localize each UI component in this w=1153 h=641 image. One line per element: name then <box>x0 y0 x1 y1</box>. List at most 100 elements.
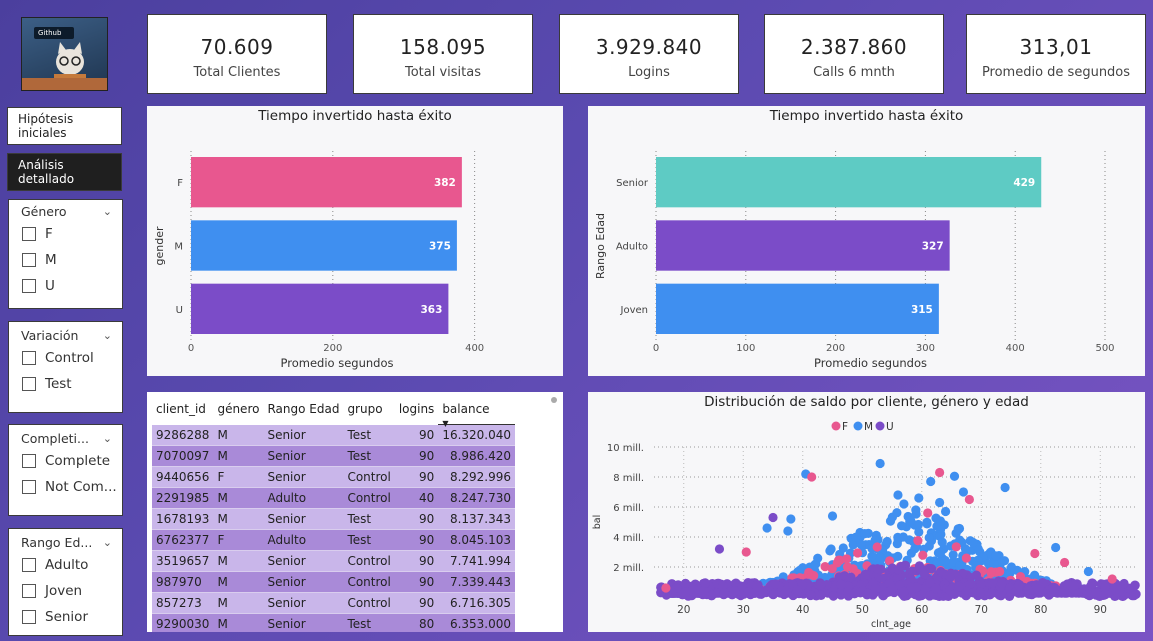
chevron-down-icon[interactable]: ⌄ <box>103 205 112 218</box>
checkbox[interactable] <box>22 558 36 572</box>
checkbox[interactable] <box>22 480 36 494</box>
scatter-point-u <box>805 590 816 601</box>
checkbox[interactable] <box>22 253 36 267</box>
slicer-option-adulto[interactable]: Adulto <box>9 552 122 578</box>
scatter-point-f <box>809 571 819 581</box>
scatter-point-u <box>714 544 725 554</box>
slicer-header[interactable]: Completi... ⌄ <box>9 425 122 448</box>
checkbox[interactable] <box>22 610 36 624</box>
column-header-client-id[interactable]: client_id <box>152 396 213 425</box>
slicer-completion: Completi... ⌄ Complete Not Com... <box>8 424 123 516</box>
scatter-point-m <box>1000 482 1010 493</box>
table-cell-balance: 8.247.730 <box>438 487 516 509</box>
table-cell-grupo: Control <box>343 592 395 614</box>
chevron-down-icon[interactable]: ⌄ <box>103 329 112 342</box>
scatter-point-m <box>935 516 946 526</box>
scatter-point-m <box>838 543 848 553</box>
bar-joven <box>656 283 939 334</box>
slicer-option-m[interactable]: M <box>9 247 122 273</box>
checkbox[interactable] <box>22 351 36 365</box>
scatter-point-u <box>816 579 826 590</box>
x-tick-label: 0 <box>188 343 194 354</box>
slicer-option-complete[interactable]: Complete <box>9 448 122 474</box>
scatter-point-m <box>935 531 945 541</box>
column-header-genero[interactable]: género <box>213 396 263 425</box>
checkbox[interactable] <box>22 279 36 293</box>
scatter-point-m <box>897 521 907 531</box>
bar-adulto <box>656 220 950 271</box>
nav-analisis-label: Análisis detallado <box>18 158 75 186</box>
slicer-option-f[interactable]: F <box>9 221 122 247</box>
table-cell-rango-edad: Senior <box>263 613 344 632</box>
slicer-header[interactable]: Rango Ed... ⌄ <box>9 529 122 552</box>
slicer-option-joven[interactable]: Joven <box>9 578 122 604</box>
data-label: 382 <box>434 177 456 189</box>
table-cell-género: M <box>213 571 264 593</box>
checkbox[interactable] <box>22 377 36 391</box>
checkbox[interactable] <box>22 227 36 241</box>
table-row[interactable]: 9290030 M Senior Test 80 6.353.000 <box>152 613 516 632</box>
scatter-point-u <box>1023 585 1034 595</box>
scatter-point-u <box>768 589 778 600</box>
scrollbar-thumb[interactable] <box>551 397 557 403</box>
checkbox[interactable] <box>22 584 36 598</box>
slicer-option-control[interactable]: Control <box>9 345 122 371</box>
legend-marker-m <box>853 421 863 431</box>
table-row[interactable]: 3519657 M Senior Control 90 7.741.994 <box>152 550 516 572</box>
table-row[interactable]: 7070097 M Senior Test 90 8.986.420 <box>152 445 516 467</box>
scatter-point-u <box>919 569 930 579</box>
chevron-down-icon[interactable]: ⌄ <box>103 432 112 445</box>
slicer-option-u[interactable]: U <box>9 273 122 299</box>
column-header-balance[interactable]: balance ▼ <box>438 396 516 428</box>
table-cell-client_id: 3519657 <box>152 550 214 572</box>
nav-hipotesis-button[interactable]: Hipótesis iniciales <box>7 107 122 145</box>
y-axis-label: bal <box>592 515 603 530</box>
slicer-header[interactable]: Género ⌄ <box>9 200 122 221</box>
scatter-point-m <box>924 533 934 543</box>
y-tick-label: 2 mill. <box>613 563 644 574</box>
table-row[interactable]: 987970 M Senior Control 90 7.339.443 <box>152 571 516 593</box>
x-axis-label: clnt_age <box>871 619 911 630</box>
y-tick-label: Senior <box>616 178 649 189</box>
x-axis-label: Promedio segundos <box>814 356 927 370</box>
sort-descending-icon[interactable]: ▼ <box>442 419 448 428</box>
table-row[interactable]: 6762377 F Adulto Test 90 8.045.103 <box>152 529 516 551</box>
scatter-point-m <box>1051 542 1061 553</box>
table-cell-balance: 6.353.000 <box>438 613 516 632</box>
scatter-point-f <box>741 547 751 557</box>
x-tick-label: 60 <box>915 604 928 616</box>
scatter-point-m <box>762 523 772 533</box>
scatter-point-u <box>744 587 754 597</box>
table-row[interactable]: 9286288 M Senior Test 90 16.320.040 <box>152 424 516 446</box>
column-header-rango-edad[interactable]: Rango Edad <box>263 396 343 425</box>
table-cell-grupo: Control <box>343 550 395 572</box>
slicer-header[interactable]: Variación ⌄ <box>9 322 122 345</box>
slicer-option-senior[interactable]: Senior <box>9 604 122 630</box>
column-header-logins[interactable]: logins <box>395 396 438 425</box>
scatter-point-f <box>961 553 971 563</box>
table-header-row: client_id género Rango Edad grupo logins… <box>152 396 516 428</box>
scatter-point-u <box>916 590 927 601</box>
table-row[interactable]: 1678193 M Senior Test 90 8.137.343 <box>152 508 516 530</box>
kpi-label: Promedio de segundos <box>981 65 1131 80</box>
column-header-grupo[interactable]: grupo <box>343 396 394 425</box>
table-row[interactable]: 857273 M Senior Control 90 6.716.305 <box>152 592 516 614</box>
x-tick-label: 500 <box>1095 343 1114 354</box>
table-cell-balance: 16.320.040 <box>438 424 516 446</box>
table-row[interactable]: 2291985 M Adulto Control 40 8.247.730 <box>152 487 516 509</box>
slicer-option-test[interactable]: Test <box>9 371 122 397</box>
slicer-genero: Género ⌄ F M U <box>8 199 123 309</box>
kpi-label: Total visitas <box>404 65 482 80</box>
table-cell-client_id: 2291985 <box>152 487 214 509</box>
slicer-option-not-complete[interactable]: Not Com... <box>9 474 122 500</box>
checkbox[interactable] <box>22 454 36 468</box>
scatter-point-m <box>922 517 932 527</box>
scatter-point-m <box>892 508 902 518</box>
bar-u <box>191 283 449 334</box>
table-cell-logins: 90 <box>394 508 439 530</box>
scatter-point-m <box>949 471 960 481</box>
nav-analisis-button[interactable]: Análisis detallado <box>7 153 122 191</box>
table-row[interactable]: 9440656 F Senior Control 90 8.292.996 <box>152 466 516 488</box>
chevron-down-icon[interactable]: ⌄ <box>103 536 112 549</box>
bar-chart-gender: 0 200 400 382 F 375 M 363 U Promedio segundos gend… <box>153 151 484 370</box>
